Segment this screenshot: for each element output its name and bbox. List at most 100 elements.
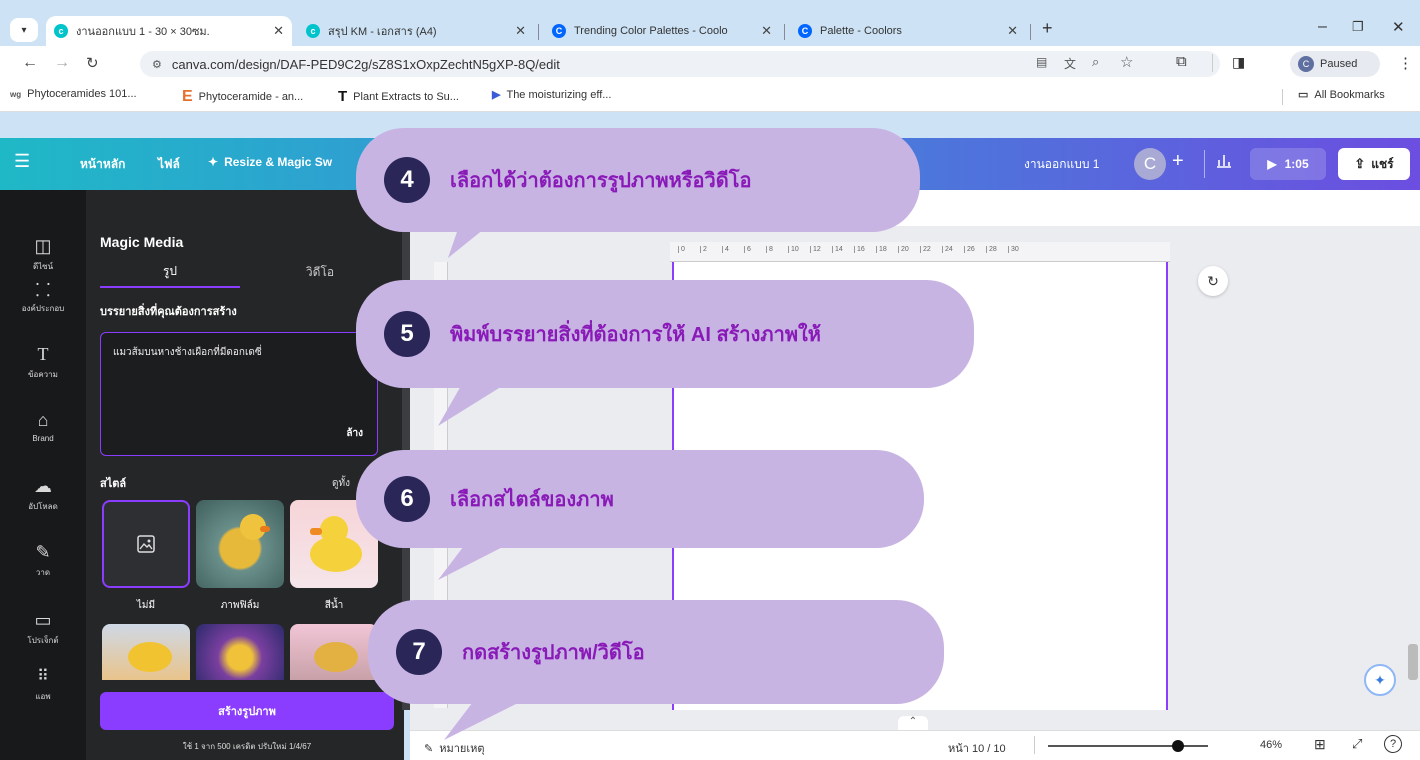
resize-magic-switch-menu[interactable]: ✦ Resize & Magic Sw bbox=[208, 155, 332, 169]
rail-label: โปรเจ็กต์ bbox=[27, 636, 59, 645]
url-bar[interactable]: ⚙ canva.com/design/DAF-PED9C2g/sZ8S1xOxp… bbox=[140, 51, 1220, 77]
bookmark-moisturizing[interactable]: ▶ The moisturizing eff... bbox=[492, 88, 611, 102]
create-image-button[interactable]: สร้างรูปภาพ bbox=[100, 692, 394, 730]
rail-design[interactable]: ◫ ดีไซน์ bbox=[0, 236, 86, 273]
tab-km-document[interactable]: c สรุป KM - เอกสาร (A4) ✕ bbox=[298, 16, 534, 46]
folder-icon: ▭ bbox=[1298, 89, 1309, 101]
duck-image bbox=[128, 642, 172, 672]
callout-6: 6 เลือกสไตล์ของภาพ bbox=[356, 450, 924, 548]
forward-icon[interactable]: → bbox=[54, 54, 70, 72]
grid-view-icon[interactable]: ⊞ bbox=[1314, 736, 1326, 753]
bookmark-plant-extracts[interactable]: T Plant Extracts to Su... bbox=[338, 88, 459, 105]
tab-separator bbox=[784, 24, 785, 40]
rail-uploads[interactable]: ☁ อัปโหลด bbox=[0, 476, 86, 513]
rail-elements[interactable]: ⸬ องค์ประกอบ bbox=[0, 278, 86, 315]
refresh-page-icon[interactable]: ↻ bbox=[1198, 266, 1228, 296]
close-tab-icon[interactable]: ✕ bbox=[761, 23, 772, 39]
close-tab-icon[interactable]: ✕ bbox=[273, 23, 284, 39]
magic-assistant-icon[interactable]: ✦ bbox=[1364, 664, 1396, 696]
help-icon[interactable]: ? bbox=[1384, 735, 1402, 753]
prompt-textarea[interactable]: แมวส้มบนหางช้างเผือกที่มีดอกเดซี่ ล้าง bbox=[100, 332, 378, 456]
upload-share-icon: ⇪ bbox=[1354, 156, 1366, 171]
share-button[interactable]: ⇪ แชร์ bbox=[1338, 148, 1410, 180]
ruler-tick-label: 28 bbox=[986, 246, 997, 253]
restore-icon[interactable]: ❐ bbox=[1352, 19, 1364, 35]
analytics-icon[interactable] bbox=[1216, 152, 1232, 173]
sparkle-icon: ✦ bbox=[208, 155, 219, 169]
present-button[interactable]: ▶ 1:05 bbox=[1250, 148, 1326, 180]
zoom-value[interactable]: 46% bbox=[1260, 739, 1282, 751]
shapes-icon: ⸬ bbox=[35, 280, 51, 300]
prompt-text: แมวส้มบนหางช้างเผือกที่มีดอกเดซี่ bbox=[113, 347, 262, 358]
zoom-slider-knob[interactable] bbox=[1171, 740, 1184, 752]
tab-palette-coolors[interactable]: C Palette - Coolors ✕ bbox=[790, 16, 1026, 46]
all-bookmarks-button[interactable]: ▭ All Bookmarks bbox=[1298, 88, 1385, 102]
style-thumbnail[interactable] bbox=[196, 624, 284, 680]
reload-icon[interactable]: ↻ bbox=[86, 54, 99, 72]
close-window-icon[interactable]: ✕ bbox=[1392, 18, 1405, 36]
clipboard-icon[interactable]: ▤ bbox=[1036, 55, 1047, 69]
new-tab-button[interactable]: + bbox=[1042, 18, 1053, 39]
notes-button[interactable]: ✎ หมายเหตุ bbox=[424, 739, 485, 757]
rail-projects[interactable]: ▭ โปรเจ็กต์ bbox=[0, 610, 86, 647]
design-title[interactable]: งานออกแบบ 1 bbox=[1024, 155, 1099, 174]
ruler-tick-label: 4 bbox=[722, 246, 729, 253]
extensions-icon[interactable]: ⧉ bbox=[1176, 53, 1187, 70]
close-tab-icon[interactable]: ✕ bbox=[515, 23, 526, 39]
rail-label: ข้อความ bbox=[28, 370, 58, 379]
see-all-styles-link[interactable]: ดูทั้ง bbox=[332, 476, 350, 491]
bookmark-star-icon[interactable]: ☆ bbox=[1120, 53, 1133, 71]
profile-paused-button[interactable]: C Paused bbox=[1290, 51, 1380, 77]
ruler-tick-label: 18 bbox=[876, 246, 887, 253]
canvas-footer: ✎ หมายเหตุ หน้า 10 / 10 46% ⊞ ⤢ ? bbox=[410, 730, 1420, 760]
tab-trending-palettes[interactable]: C Trending Color Palettes - Coolo ✕ bbox=[544, 16, 780, 46]
rail-apps[interactable]: ⠿ แอพ bbox=[0, 666, 86, 703]
zoom-icon[interactable]: ⌕ bbox=[1092, 54, 1099, 70]
ruler-tick-label: 26 bbox=[964, 246, 975, 253]
translate-icon[interactable]: 文 bbox=[1064, 55, 1076, 72]
expand-pages-icon[interactable]: ⌃ bbox=[898, 716, 928, 730]
site-info-icon[interactable]: ⚙ bbox=[152, 58, 162, 71]
zoom-slider-track[interactable] bbox=[1048, 745, 1208, 747]
footer-divider bbox=[1034, 736, 1035, 754]
coolors-icon: C bbox=[552, 24, 566, 38]
callout-number: 4 bbox=[384, 157, 430, 203]
url-text: canva.com/design/DAF-PED9C2g/sZ8S1xOxpZe… bbox=[171, 56, 560, 72]
home-menu[interactable]: หน้าหลัก bbox=[80, 155, 125, 174]
callout-4: 4 เลือกได้ว่าต้องการรูปภาพหรือวิดีโอ bbox=[356, 128, 920, 232]
style-label: สไตล์ bbox=[100, 478, 127, 490]
close-tab-icon[interactable]: ✕ bbox=[1007, 23, 1018, 39]
rail-draw[interactable]: ✎ วาด bbox=[0, 542, 86, 579]
user-avatar[interactable]: C bbox=[1134, 148, 1166, 180]
add-collaborator-icon[interactable]: + bbox=[1172, 150, 1184, 173]
bookmark-favicon: E bbox=[182, 88, 193, 105]
minimize-icon[interactable]: – bbox=[1318, 18, 1327, 36]
fullscreen-icon[interactable]: ⤢ bbox=[1352, 736, 1362, 752]
style-filmic[interactable] bbox=[196, 500, 284, 588]
file-menu[interactable]: ไฟล์ bbox=[158, 155, 180, 174]
page-indicator[interactable]: หน้า 10 / 10 bbox=[948, 739, 1006, 757]
tab-search-button[interactable]: ▾ bbox=[10, 18, 38, 42]
style-thumbnail[interactable] bbox=[102, 624, 190, 680]
rail-text[interactable]: T ข้อความ bbox=[0, 344, 86, 381]
style-none[interactable] bbox=[102, 500, 190, 588]
bookmark-favicon: ▶ bbox=[492, 89, 501, 101]
clear-button[interactable]: ล้าง bbox=[346, 426, 363, 441]
more-menu-icon[interactable]: ⋮ bbox=[1398, 54, 1413, 72]
bookmark-phytoceramides-101[interactable]: wg Phytoceramides 101... bbox=[10, 88, 137, 100]
ruler-tick-label: 12 bbox=[810, 246, 821, 253]
callout-number: 7 bbox=[396, 629, 442, 675]
style-thumbnail[interactable] bbox=[290, 624, 378, 680]
ruler-tick-label: 22 bbox=[920, 246, 931, 253]
bookmark-phytoceramide[interactable]: E Phytoceramide - an... bbox=[182, 88, 303, 106]
hamburger-menu-icon[interactable]: ☰ bbox=[14, 151, 30, 172]
tab-video[interactable]: วิดีโอ bbox=[250, 256, 390, 288]
horizontal-ruler: 0 2 4 6 8 10 12 14 16 18 20 22 24 26 28 30 bbox=[670, 242, 1170, 262]
bookmarks-bar: wg Phytoceramides 101... E Phytoceramide… bbox=[0, 82, 1420, 112]
side-panel-icon[interactable]: ◨ bbox=[1232, 54, 1245, 71]
tab-image[interactable]: รูป bbox=[100, 256, 240, 288]
back-icon[interactable]: ← bbox=[22, 54, 38, 72]
rail-brand[interactable]: ⌂ Brand bbox=[0, 410, 86, 443]
canvas-scrollbar[interactable] bbox=[1408, 644, 1418, 680]
tab-canva-design[interactable]: c งานออกแบบ 1 - 30 × 30ซม. ✕ bbox=[46, 16, 292, 46]
